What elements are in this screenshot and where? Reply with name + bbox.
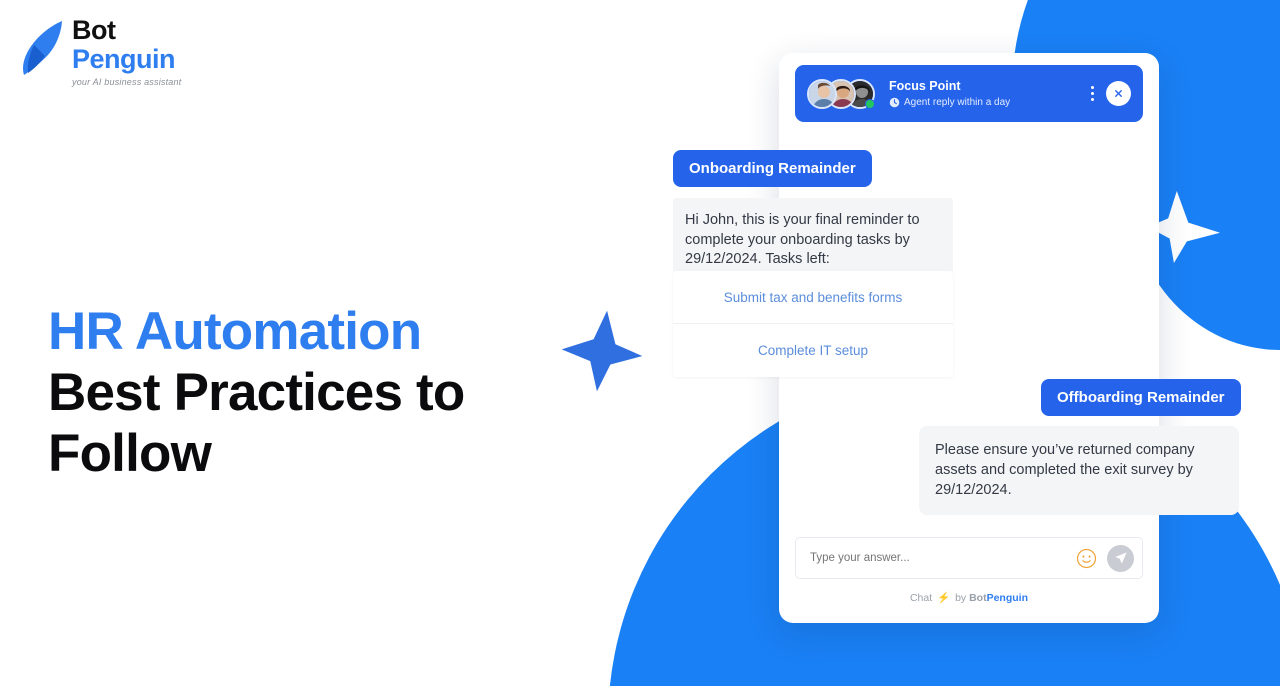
chat-status: Agent reply within a day <box>889 97 1089 108</box>
chat-widget: Focus Point Agent reply within a day Onb… <box>673 53 1241 623</box>
quick-reply-options: Submit tax and benefits forms Complete I… <box>673 271 953 377</box>
brand-logo[interactable]: Bot Penguin your AI business assistant <box>22 17 181 87</box>
headline-accent-line: HR Automation <box>48 301 422 361</box>
headline-rest-line: Best Practices to Follow <box>48 362 465 484</box>
message-label-offboarding: Offboarding Remainder <box>1041 379 1241 416</box>
online-status-dot <box>865 98 875 109</box>
message-input[interactable] <box>808 551 1076 565</box>
quick-reply-option-1[interactable]: Submit tax and benefits forms <box>673 271 953 324</box>
chat-header-info: Focus Point Agent reply within a day <box>889 79 1089 108</box>
footer-chat-label: Chat <box>909 592 933 604</box>
widget-footer: Chat ⚡ by BotPenguin <box>779 591 1159 604</box>
logo-tagline: your AI business assistant <box>72 77 182 87</box>
avatar <box>807 78 837 109</box>
agent-avatars <box>807 76 879 112</box>
chat-header: Focus Point Agent reply within a day <box>795 65 1143 122</box>
chat-header-actions <box>1089 81 1131 106</box>
quick-reply-option-2[interactable]: Complete IT setup <box>673 324 953 377</box>
logo-text-penguin: Penguin <box>72 44 176 74</box>
lightning-bolt-icon: ⚡ <box>937 592 951 604</box>
clock-icon <box>889 97 900 108</box>
more-vertical-icon[interactable] <box>1089 84 1096 103</box>
footer-brand-penguin: Penguin <box>986 592 1029 604</box>
page-title: HR Automation Best Practices to Follow <box>48 301 528 485</box>
emoji-smiley-icon[interactable] <box>1076 548 1097 569</box>
message-composer <box>795 537 1143 579</box>
four-point-star-icon <box>561 310 643 392</box>
chat-title: Focus Point <box>889 79 961 93</box>
footer-by-label: by <box>955 592 967 604</box>
logo-text-bot: Bot <box>72 15 116 45</box>
poster-canvas: Bot Penguin your AI business assistant H… <box>0 0 1280 686</box>
send-paper-plane-icon[interactable] <box>1107 544 1134 572</box>
chat-status-text: Agent reply within a day <box>904 97 1011 108</box>
close-icon[interactable] <box>1106 81 1131 106</box>
message-bubble-offboarding: Please ensure you’ve returned company as… <box>919 426 1239 515</box>
penguin-logo-icon <box>23 21 62 75</box>
message-label-onboarding: Onboarding Remainder <box>673 150 872 187</box>
footer-brand-bot: Bot <box>969 592 987 604</box>
